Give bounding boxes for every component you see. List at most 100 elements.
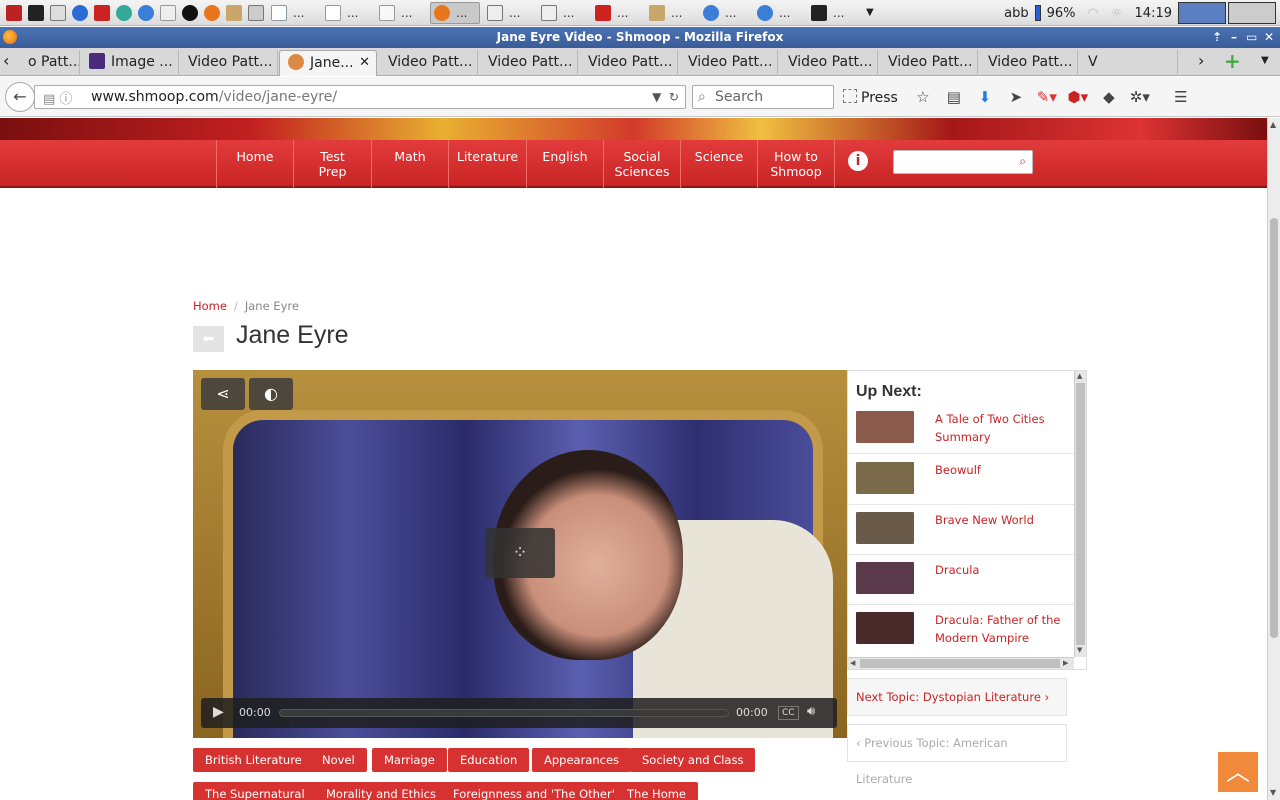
tag-button[interactable]: The Home xyxy=(615,782,699,800)
nav-english[interactable]: English xyxy=(526,140,603,188)
pocket-icon[interactable]: ◆ xyxy=(1098,88,1120,106)
clock[interactable]: 14:19 xyxy=(1135,6,1172,21)
nav-test-prep[interactable]: Test Prep xyxy=(293,140,371,188)
tab-active[interactable]: Jane... ✕ xyxy=(279,50,377,76)
scrollbar-thumb[interactable] xyxy=(860,659,1060,668)
taskbar-task[interactable]: ... xyxy=(592,2,642,24)
tag-button[interactable]: Foreignness and 'The Other' xyxy=(441,782,627,800)
scroll-up-icon[interactable]: ▲ xyxy=(1077,372,1082,380)
tag-button[interactable]: Society and Class xyxy=(630,748,756,772)
tabs-scroll-right-icon[interactable]: › xyxy=(1198,51,1204,70)
terminal-icon[interactable] xyxy=(28,4,44,21)
url-bar[interactable]: ▤ ⓘ www.shmoop.com/video/jane-eyre/ ▼ ↻ xyxy=(34,85,686,109)
terminal-tray-icon[interactable] xyxy=(1228,2,1276,24)
captions-button[interactable]: CC xyxy=(778,706,799,720)
scrollbar-thumb[interactable] xyxy=(1270,218,1278,638)
tool-icon[interactable] xyxy=(160,4,176,21)
tab[interactable]: Video Patt... xyxy=(380,50,478,76)
up-next-item[interactable]: A Tale of Two Cities Summary xyxy=(848,404,1074,454)
up-next-title[interactable]: Dracula: Father of the Modern Vampire xyxy=(935,611,1065,647)
scroll-down-icon[interactable]: ▼ xyxy=(1270,788,1276,797)
nav-literature[interactable]: Literature xyxy=(448,140,526,188)
brush-icon[interactable]: ✎▾ xyxy=(1036,88,1058,106)
tag-button[interactable]: British Literature xyxy=(193,748,314,772)
window-up-icon[interactable]: ⇡ xyxy=(1212,27,1222,48)
scrollbar-thumb[interactable] xyxy=(1076,383,1085,645)
previous-topic-link[interactable]: ‹ Previous Topic: American Literature xyxy=(847,724,1067,786)
info-icon[interactable]: i xyxy=(848,151,868,171)
tag-button[interactable]: The Supernatural xyxy=(193,782,317,800)
back-button[interactable]: ← xyxy=(5,82,35,112)
tab[interactable]: Video Patt... xyxy=(780,50,878,76)
tab[interactable]: Image ... xyxy=(81,50,179,76)
up-next-item[interactable]: Dracula: Father of the Modern Vampire xyxy=(848,605,1074,655)
browser-search-input[interactable]: ⌕ Search xyxy=(692,85,834,109)
breadcrumb-home-link[interactable]: Home xyxy=(193,299,227,313)
taskbar-task[interactable]: ... xyxy=(484,2,534,24)
taskbar-task[interactable]: ... xyxy=(538,2,588,24)
tab[interactable]: Video Patt... xyxy=(880,50,978,76)
seek-bar[interactable] xyxy=(279,709,729,717)
scroll-left-icon[interactable]: ◀ xyxy=(850,659,855,667)
taskbar-task-active[interactable]: ... xyxy=(430,1,480,24)
video-thumbnail[interactable] xyxy=(856,512,914,544)
back-arrow-button[interactable]: ⬅ xyxy=(193,326,224,352)
reading-list-icon[interactable]: ▤ xyxy=(943,88,965,106)
next-topic-link[interactable]: Next Topic: Dystopian Literature › xyxy=(847,678,1067,716)
circle-a-icon[interactable] xyxy=(182,4,198,21)
tabs-scroll-left-icon[interactable]: ‹ xyxy=(3,51,9,70)
firefox-tray-icon[interactable] xyxy=(1178,2,1226,24)
up-next-horizontal-scrollbar[interactable]: ◀ ▶ xyxy=(848,657,1074,669)
taskbar-task[interactable]: ... xyxy=(376,2,426,24)
page-vertical-scrollbar[interactable]: ▲ ▼ xyxy=(1267,118,1280,800)
url-dropdown-icon[interactable]: ▼ ↻ xyxy=(652,86,679,108)
bookmark-star-icon[interactable]: ☆ xyxy=(912,88,934,106)
video-thumbnail[interactable] xyxy=(856,562,914,594)
play-icon[interactable]: ▶ xyxy=(213,704,224,720)
taskbar-task[interactable]: ... xyxy=(322,2,372,24)
editor-icon[interactable] xyxy=(50,4,66,21)
up-next-title[interactable]: Brave New World xyxy=(935,511,1065,529)
tag-button[interactable]: Morality and Ethics xyxy=(314,782,448,800)
menu-icon[interactable]: ☰ xyxy=(1170,88,1192,106)
up-next-title[interactable]: Dracula xyxy=(935,561,1065,579)
tag-button[interactable]: Novel xyxy=(310,748,367,772)
taskbar-task[interactable]: ... xyxy=(700,2,750,24)
tag-button[interactable]: Appearances xyxy=(532,748,632,772)
tab[interactable]: o Patt... xyxy=(22,50,80,76)
taskbar-dropdown-icon[interactable]: ▼ xyxy=(866,7,874,18)
taskbar-task[interactable]: ... xyxy=(808,2,858,24)
press-button[interactable]: Press xyxy=(843,89,898,106)
back-to-top-icon[interactable]: ︿ xyxy=(1218,752,1258,792)
extension-icon[interactable]: ✲▾ xyxy=(1129,88,1151,106)
taskbar-task[interactable]: ... xyxy=(268,2,318,24)
up-next-item[interactable]: Brave New World xyxy=(848,505,1074,555)
close-window-icon[interactable]: ✕ xyxy=(1264,27,1274,48)
new-tab-icon[interactable]: + xyxy=(1224,49,1241,73)
up-next-item[interactable]: Dracula xyxy=(848,555,1074,605)
close-tab-icon[interactable]: ✕ xyxy=(359,51,370,75)
nav-science[interactable]: Science xyxy=(680,140,757,188)
tab-list-icon[interactable]: ▼ xyxy=(1261,55,1269,66)
chrome-icon[interactable] xyxy=(138,4,154,21)
network-icon[interactable] xyxy=(116,4,132,21)
tab[interactable]: Video Patt... xyxy=(980,50,1078,76)
nav-math[interactable]: Math xyxy=(371,140,448,188)
tab[interactable]: Video Patt... xyxy=(480,50,578,76)
nav-home[interactable]: Home xyxy=(216,140,293,188)
tag-button[interactable]: Education xyxy=(448,748,530,772)
volume-icon[interactable]: 🔊︎ xyxy=(807,704,815,719)
video-thumbnail[interactable] xyxy=(856,612,914,644)
taskbar-task[interactable]: ... xyxy=(754,2,804,24)
video-thumbnail[interactable] xyxy=(856,411,914,443)
maximize-icon[interactable]: ▭ xyxy=(1246,27,1257,48)
minimize-icon[interactable]: – xyxy=(1231,27,1237,48)
app-icon[interactable] xyxy=(6,4,22,21)
send-icon[interactable]: ➤ xyxy=(1005,88,1027,106)
up-next-item[interactable]: Beowulf xyxy=(848,455,1074,505)
theater-mode-icon[interactable]: ◐ xyxy=(249,378,293,410)
adblock-icon[interactable]: ⬢▾ xyxy=(1067,88,1089,106)
share-icon[interactable]: ⋖ xyxy=(201,378,245,410)
scroll-up-icon[interactable]: ▲ xyxy=(1270,120,1276,129)
browser-icon[interactable] xyxy=(72,4,88,21)
